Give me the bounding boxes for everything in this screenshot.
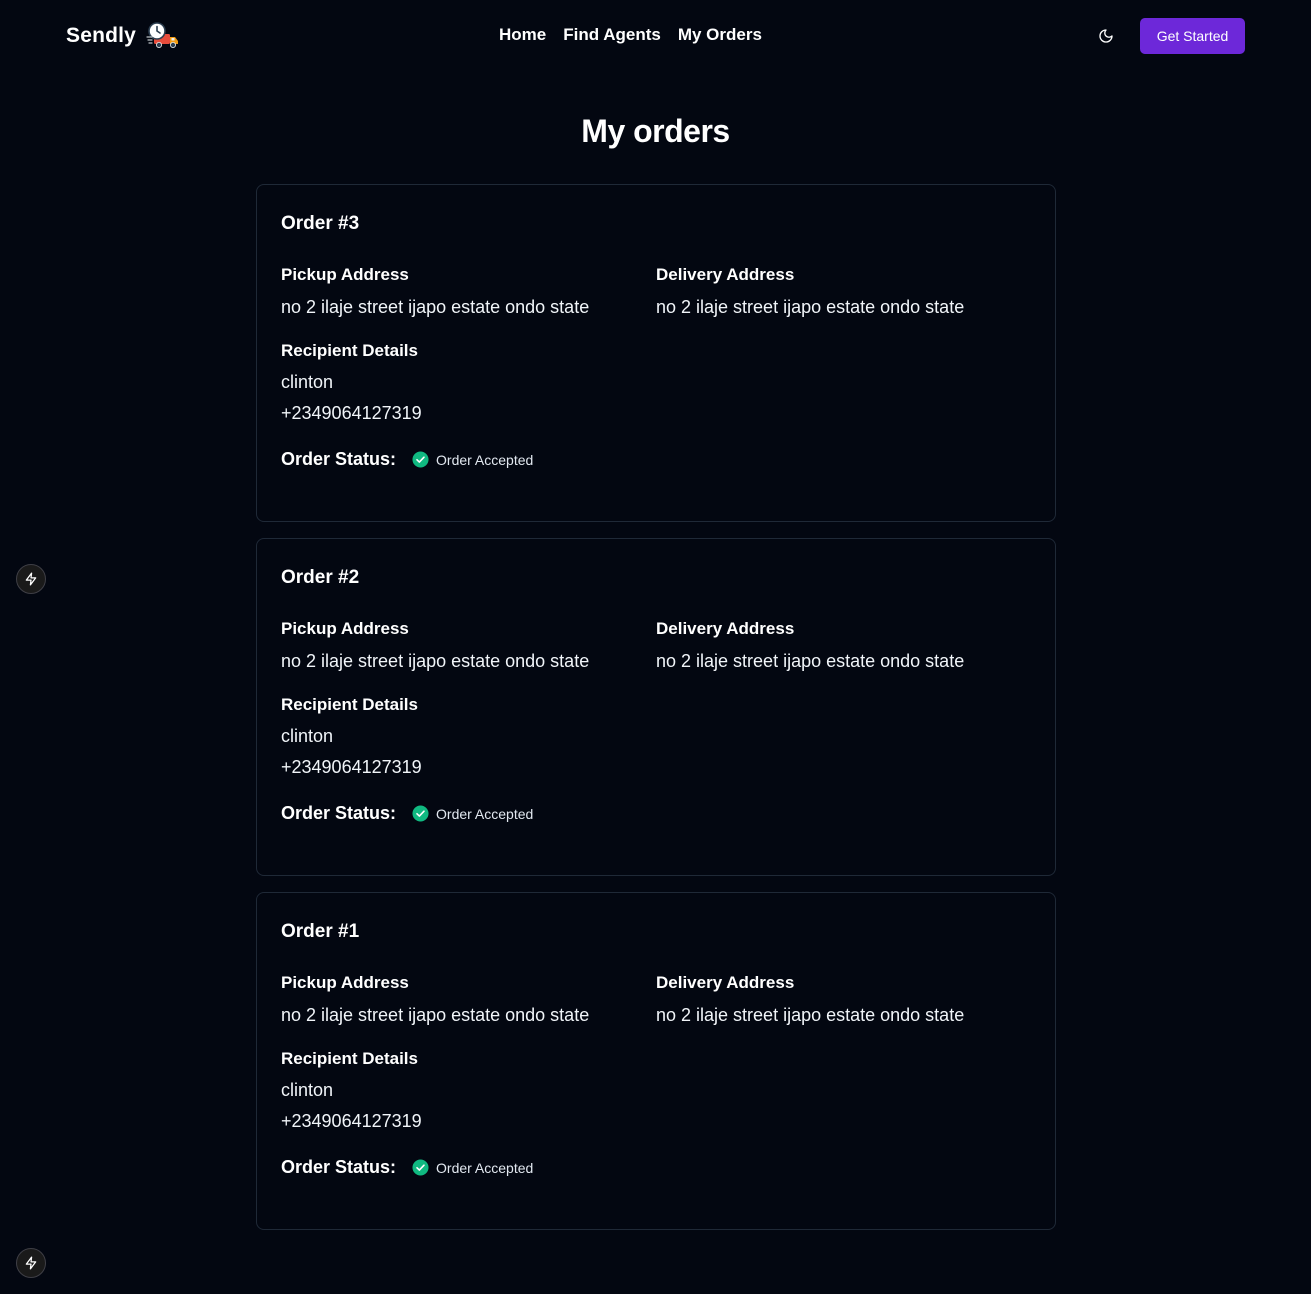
pickup-address-label: Pickup Address xyxy=(281,265,409,284)
delivery-address-value: no 2 ilaje street ijapo estate ondo stat… xyxy=(656,651,965,671)
recipient-details-label: Recipient Details xyxy=(281,1049,418,1068)
check-circle-icon xyxy=(412,805,429,822)
order-status-text: Order Accepted xyxy=(436,451,534,468)
pickup-address-section: Pickup Address no 2 ilaje street ijapo e… xyxy=(281,619,589,672)
recipient-details-section: Recipient Details clinton +2349064127319 xyxy=(281,1049,422,1132)
pickup-address-section: Pickup Address no 2 ilaje street ijapo e… xyxy=(281,265,589,318)
recipient-phone: +2349064127319 xyxy=(281,1111,422,1131)
recipient-name: clinton xyxy=(281,726,334,746)
delivery-address-value: no 2 ilaje street ijapo estate ondo stat… xyxy=(656,297,965,317)
order-card: Order #2 Pickup Address no 2 ilaje stree… xyxy=(256,538,1056,876)
brand-name[interactable]: Sendly xyxy=(66,24,136,48)
nav-link-my-orders[interactable]: My Orders xyxy=(678,25,762,45)
status-badge: Order Accepted xyxy=(412,1159,533,1176)
order-title: Order #3 xyxy=(281,213,360,234)
order-card: Order #3 Pickup Address no 2 ilaje stree… xyxy=(256,184,1056,522)
status-badge: Order Accepted xyxy=(412,805,533,822)
floating-lightning-button[interactable] xyxy=(16,1248,46,1278)
pickup-address-value: no 2 ilaje street ijapo estate ondo stat… xyxy=(281,297,590,317)
get-started-button[interactable]: Get Started xyxy=(1140,18,1245,54)
recipient-details-section: Recipient Details clinton +2349064127319 xyxy=(281,695,422,778)
moon-icon xyxy=(1099,29,1113,43)
brand[interactable]: Sendly xyxy=(66,22,180,50)
delivery-address-label: Delivery Address xyxy=(656,973,795,992)
order-status-row: Order Status: Order Accepted xyxy=(281,449,533,470)
pickup-address-value: no 2 ilaje street ijapo estate ondo stat… xyxy=(281,1005,590,1025)
recipient-name: clinton xyxy=(281,372,334,392)
delivery-address-label: Delivery Address xyxy=(656,265,795,284)
delivery-address-section: Delivery Address no 2 ilaje street ijapo… xyxy=(656,619,964,672)
recipient-details-label: Recipient Details xyxy=(281,341,418,360)
lightning-icon xyxy=(25,572,37,586)
floating-lightning-button[interactable] xyxy=(16,564,46,594)
delivery-truck-clock-icon xyxy=(146,22,179,48)
pickup-address-value: no 2 ilaje street ijapo estate ondo stat… xyxy=(281,651,590,671)
navbar: Sendly Home Find Agents My Orders Get St… xyxy=(0,0,1311,72)
theme-toggle-button[interactable] xyxy=(1095,25,1117,47)
recipient-phone: +2349064127319 xyxy=(281,403,422,423)
check-circle-icon xyxy=(412,451,429,468)
delivery-address-section: Delivery Address no 2 ilaje street ijapo… xyxy=(656,265,964,318)
nav-link-find-agents[interactable]: Find Agents xyxy=(563,25,661,45)
order-title: Order #1 xyxy=(281,921,360,942)
status-badge: Order Accepted xyxy=(412,451,533,468)
recipient-phone: +2349064127319 xyxy=(281,757,422,777)
main-nav: Home Find Agents My Orders xyxy=(499,25,762,45)
order-status-text: Order Accepted xyxy=(436,1159,534,1176)
delivery-address-label: Delivery Address xyxy=(656,619,795,638)
delivery-address-value: no 2 ilaje street ijapo estate ondo stat… xyxy=(656,1005,965,1025)
recipient-details-label: Recipient Details xyxy=(281,695,418,714)
lightning-icon xyxy=(25,1256,37,1270)
page-title: My orders xyxy=(581,113,730,149)
order-status-row: Order Status: Order Accepted xyxy=(281,803,533,824)
delivery-address-section: Delivery Address no 2 ilaje street ijapo… xyxy=(656,973,964,1026)
pickup-address-label: Pickup Address xyxy=(281,973,409,992)
order-card: Order #1 Pickup Address no 2 ilaje stree… xyxy=(256,892,1056,1230)
order-status-label: Order Status: xyxy=(281,449,397,469)
pickup-address-label: Pickup Address xyxy=(281,619,409,638)
order-status-row: Order Status: Order Accepted xyxy=(281,1157,533,1178)
order-title: Order #2 xyxy=(281,567,360,588)
recipient-details-section: Recipient Details clinton +2349064127319 xyxy=(281,341,422,424)
nav-link-home[interactable]: Home xyxy=(499,25,546,45)
order-status-text: Order Accepted xyxy=(436,805,534,822)
order-status-label: Order Status: xyxy=(281,1157,397,1177)
pickup-address-section: Pickup Address no 2 ilaje street ijapo e… xyxy=(281,973,589,1026)
orders-list: Order #3 Pickup Address no 2 ilaje stree… xyxy=(256,184,1056,1246)
order-status-label: Order Status: xyxy=(281,803,397,823)
check-circle-icon xyxy=(412,1159,429,1176)
recipient-name: clinton xyxy=(281,1080,334,1100)
